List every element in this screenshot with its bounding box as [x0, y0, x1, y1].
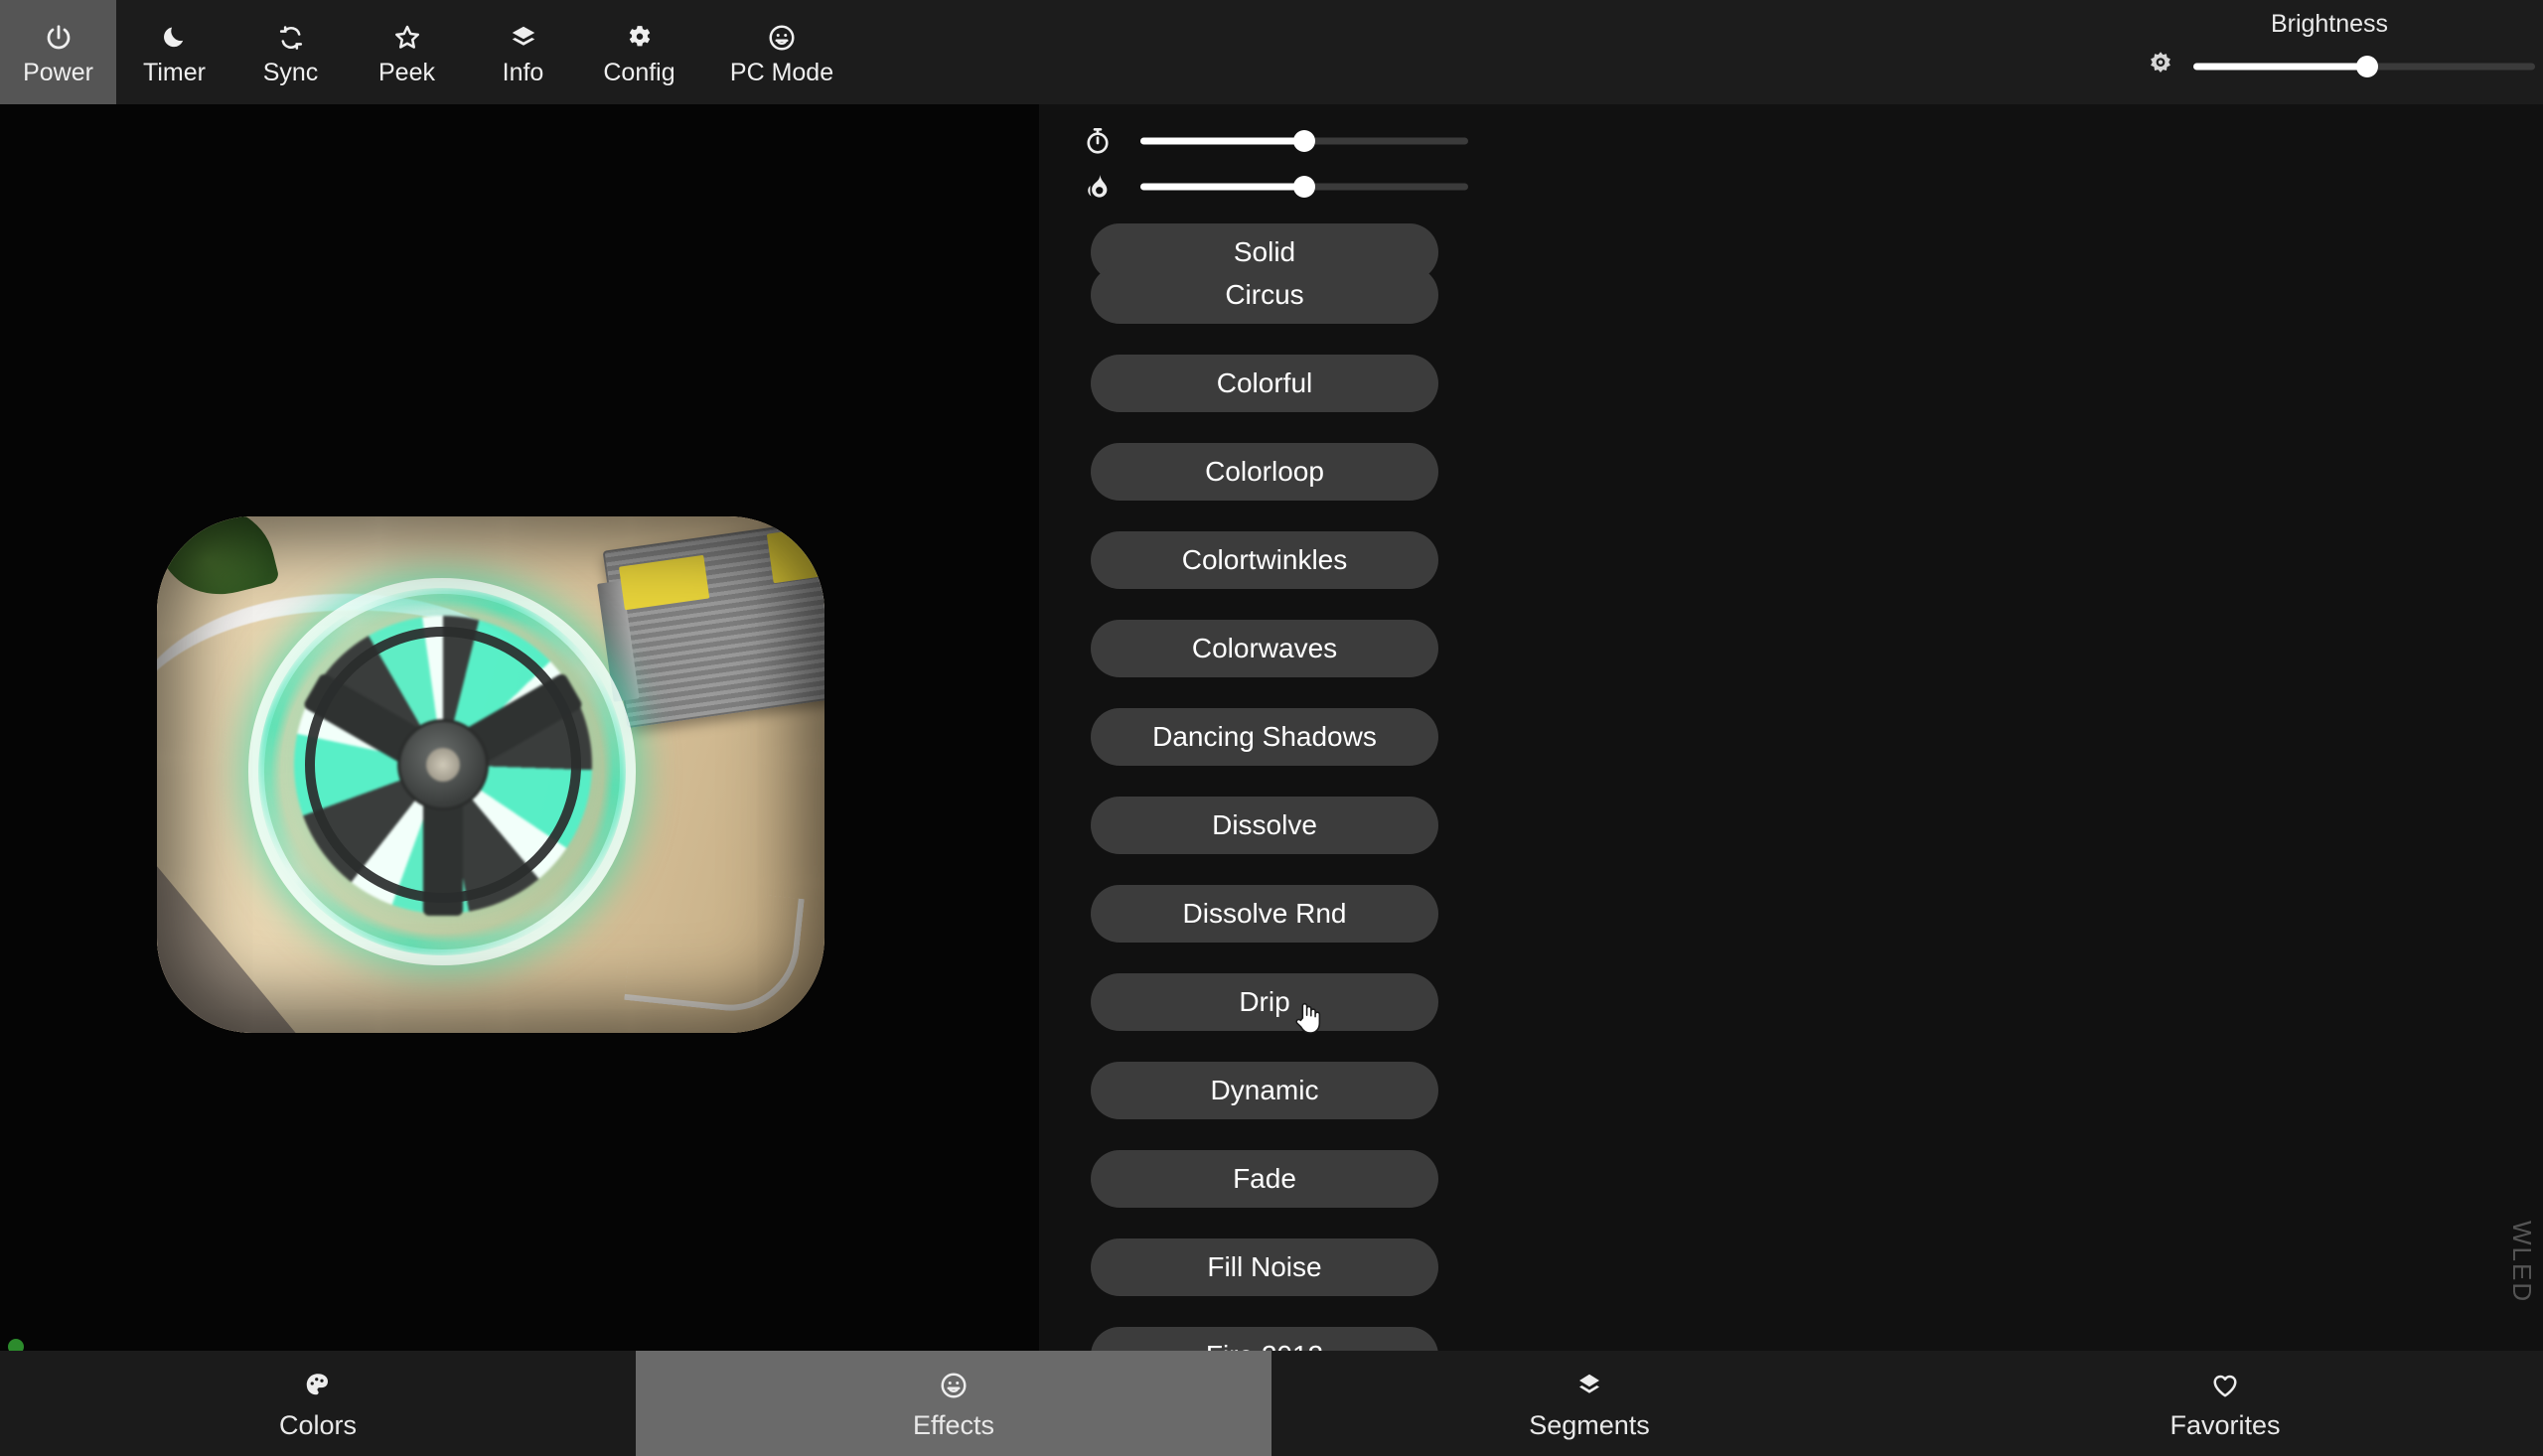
- effect-item-circus[interactable]: Circus: [1091, 266, 1438, 324]
- layers-icon: [509, 19, 538, 57]
- layers-icon: [1574, 1369, 1604, 1402]
- effect-item-dissolve-rnd[interactable]: Dissolve Rnd: [1091, 885, 1438, 943]
- moon-icon: [161, 19, 189, 57]
- effect-item-label: Drip: [1239, 986, 1290, 1017]
- bottom-navigation-bar: Colors Effects Segments Favorites: [0, 1351, 2543, 1456]
- effect-item-label: Dancing Shadows: [1152, 721, 1377, 752]
- nav-tab-segments[interactable]: Segments: [1272, 1351, 1907, 1456]
- gear-icon: [625, 19, 655, 57]
- led-strip-video: [157, 516, 824, 1033]
- photo-vignette: [157, 516, 824, 1033]
- nav-label-effects: Effects: [912, 1409, 995, 1440]
- sync-icon: [277, 19, 305, 57]
- effect-item-label: Colorloop: [1205, 456, 1324, 487]
- stopwatch-icon: [1081, 126, 1115, 156]
- toolbar-label-pc-mode: PC Mode: [729, 59, 834, 86]
- effect-item-label: Dissolve: [1212, 809, 1317, 840]
- effect-item-dancing-shadows[interactable]: Dancing Shadows: [1091, 708, 1438, 766]
- effect-item-fade[interactable]: Fade: [1091, 1150, 1438, 1208]
- toolbar-button-timer[interactable]: Timer: [116, 0, 232, 104]
- brightness-label: Brightness: [2270, 10, 2389, 38]
- smiley-icon: [939, 1369, 969, 1402]
- right-empty-pane: WLED: [2495, 104, 2543, 1351]
- toolbar-button-info[interactable]: Info: [465, 0, 581, 104]
- brightness-slider-knob[interactable]: [2356, 56, 2379, 77]
- wled-wordmark: WLED: [2507, 1220, 2537, 1303]
- effect-item-colorwaves[interactable]: Colorwaves: [1091, 620, 1438, 677]
- effect-item-label: Colorwaves: [1191, 633, 1338, 663]
- effect-item-fill-noise[interactable]: Fill Noise: [1091, 1238, 1438, 1296]
- effect-item-colorloop[interactable]: Colorloop: [1091, 443, 1438, 501]
- intensity-slider-knob[interactable]: [1293, 176, 1315, 198]
- smiley-icon: [767, 19, 797, 57]
- effect-item-drip[interactable]: Drip: [1091, 973, 1438, 1031]
- brightness-slider-fill: [2193, 63, 2368, 71]
- nav-label-segments: Segments: [1529, 1409, 1650, 1440]
- effect-item-colortwinkles[interactable]: Colortwinkles: [1091, 531, 1438, 589]
- star-icon: [392, 19, 422, 57]
- toolbar-label-info: Info: [502, 59, 544, 86]
- speed-slider-knob[interactable]: [1293, 130, 1315, 152]
- effect-item-label: Dissolve Rnd: [1182, 898, 1347, 929]
- effect-item-label: Colorful: [1216, 367, 1313, 398]
- nav-tab-effects[interactable]: Effects: [636, 1351, 1272, 1456]
- effect-parameter-sliders: [1081, 118, 1468, 210]
- nav-label-favorites: Favorites: [2169, 1409, 2281, 1440]
- effect-intensity-slider[interactable]: [1140, 176, 1468, 198]
- effect-item-label: Dynamic: [1210, 1075, 1319, 1105]
- effect-item-label: Fill Noise: [1207, 1251, 1322, 1282]
- effect-item-dissolve[interactable]: Dissolve: [1091, 797, 1438, 854]
- nav-tab-favorites[interactable]: Favorites: [1907, 1351, 2543, 1456]
- intensity-slider-fill: [1140, 183, 1304, 191]
- effect-item-label: Solid: [1233, 236, 1296, 267]
- effect-intensity-row: [1081, 164, 1468, 210]
- brightness-row: [2144, 50, 2535, 83]
- brightness-control-group: Brightness: [2126, 0, 2543, 104]
- effects-list[interactable]: Solid Circus Colorful Colorloop Colortwinkle…: [1091, 223, 1438, 1351]
- effect-speed-slider[interactable]: [1140, 130, 1468, 152]
- power-icon: [44, 19, 74, 57]
- nav-label-colors: Colors: [278, 1409, 358, 1440]
- effect-item-label: Fire 2012: [1206, 1340, 1323, 1351]
- effect-speed-row: [1081, 118, 1468, 164]
- toolbar-label-config: Config: [603, 59, 675, 86]
- toolbar-label-timer: Timer: [143, 59, 206, 86]
- toolbar-button-peek[interactable]: Peek: [349, 0, 465, 104]
- wled-app-window: Power Timer Sync Peek Info Config PC Mod…: [0, 0, 2543, 1456]
- effect-item-colorful[interactable]: Colorful: [1091, 355, 1438, 412]
- sun-icon: [2144, 50, 2177, 83]
- effect-item-dynamic[interactable]: Dynamic: [1091, 1062, 1438, 1119]
- toolbar-button-pc-mode[interactable]: PC Mode: [697, 0, 866, 104]
- toolbar-label-sync: Sync: [262, 59, 319, 86]
- effects-panel: Solid Circus Colorful Colorloop Colortwinkle…: [1039, 104, 2495, 1351]
- effect-item-label: Circus: [1225, 279, 1304, 310]
- speed-slider-fill: [1140, 137, 1304, 145]
- toolbar-button-config[interactable]: Config: [581, 0, 697, 104]
- effect-item-label: Colortwinkles: [1181, 544, 1348, 575]
- toolbar-button-power[interactable]: Power: [0, 0, 116, 104]
- effect-item-label: Fade: [1233, 1163, 1296, 1194]
- flame-icon: [1081, 172, 1115, 202]
- live-preview-pane[interactable]: [0, 104, 1039, 1351]
- palette-icon: [303, 1369, 333, 1402]
- brightness-slider[interactable]: [2193, 56, 2535, 77]
- heart-icon: [2210, 1369, 2240, 1402]
- nav-tab-colors[interactable]: Colors: [0, 1351, 636, 1456]
- toolbar-label-power: Power: [23, 59, 93, 86]
- effect-item-fire-2012[interactable]: Fire 2012: [1091, 1327, 1438, 1351]
- top-toolbar: Power Timer Sync Peek Info Config PC Mod…: [0, 0, 2543, 104]
- toolbar-button-sync[interactable]: Sync: [232, 0, 349, 104]
- toolbar-label-peek: Peek: [378, 59, 435, 86]
